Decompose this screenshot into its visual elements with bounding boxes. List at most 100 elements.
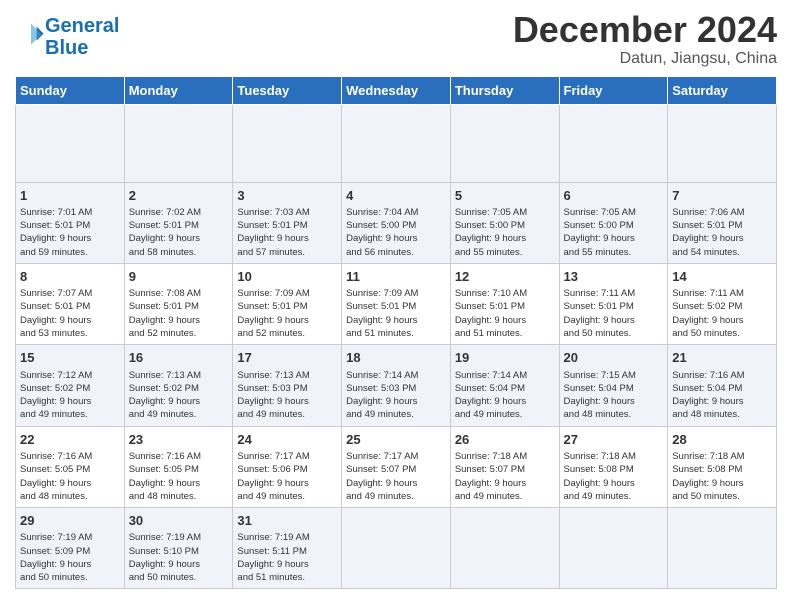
day-info-line: and 49 minutes. xyxy=(20,409,88,420)
day-info-line: Daylight: 9 hours xyxy=(346,315,417,326)
calendar-cell: 14Sunrise: 7:11 AMSunset: 5:02 PMDayligh… xyxy=(668,263,777,344)
day-info-line: Sunset: 5:03 PM xyxy=(237,383,307,394)
day-number: 26 xyxy=(455,431,555,449)
page-header: General Blue December 2024 Datun, Jiangs… xyxy=(15,10,777,68)
calendar-title: December 2024 xyxy=(513,10,777,50)
day-info-line: Sunrise: 7:07 AM xyxy=(20,288,92,299)
calendar-cell xyxy=(233,104,342,182)
calendar-cell xyxy=(450,104,559,182)
day-info-line: Sunrise: 7:11 AM xyxy=(672,288,744,299)
day-number: 12 xyxy=(455,268,555,286)
day-info-line: Sunrise: 7:04 AM xyxy=(346,207,418,218)
calendar-subtitle: Datun, Jiangsu, China xyxy=(513,50,777,68)
calendar-week-row: 22 Sunrise: 7:16 AM Sunset: 5:05 PM Dayligh… xyxy=(16,426,777,507)
calendar-cell: 11Sunrise: 7:09 AMSunset: 5:01 PMDayligh… xyxy=(342,263,451,344)
day-info-line: Sunrise: 7:18 AM xyxy=(672,451,744,462)
day-info-line: Sunset: 5:01 PM xyxy=(20,220,90,231)
day-number: 9 xyxy=(129,268,229,286)
weekday-header-row: Sunday Monday Tuesday Wednesday Thursday… xyxy=(16,76,777,104)
day-info-line: and 56 minutes. xyxy=(346,247,414,258)
day-info-line: Sunset: 5:01 PM xyxy=(564,301,634,312)
day-info-line: Sunrise: 7:16 AM xyxy=(129,451,201,462)
calendar-cell: 5Sunrise: 7:05 AMSunset: 5:00 PMDaylight… xyxy=(450,182,559,263)
day-info-line: Sunset: 5:02 PM xyxy=(672,301,742,312)
day-info-line: Sunrise: 7:11 AM xyxy=(564,288,636,299)
day-number: 19 xyxy=(455,349,555,367)
day-info-line: Sunset: 5:01 PM xyxy=(455,301,525,312)
day-info-line: and 50 minutes. xyxy=(672,491,740,502)
day-info-line: Sunset: 5:01 PM xyxy=(20,301,90,312)
calendar-cell xyxy=(16,104,125,182)
calendar-week-row: 29Sunrise: 7:19 AMSunset: 5:09 PMDayligh… xyxy=(16,508,777,589)
calendar-cell: 20Sunrise: 7:15 AMSunset: 5:04 PMDayligh… xyxy=(559,345,668,426)
day-number: 18 xyxy=(346,349,446,367)
calendar-cell: 24Sunrise: 7:17 AMSunset: 5:06 PMDayligh… xyxy=(233,426,342,507)
day-info-line: Sunset: 5:11 PM xyxy=(237,546,307,557)
day-number: 15 xyxy=(20,349,120,367)
day-info-line: and 49 minutes. xyxy=(564,491,632,502)
day-info-line: Sunset: 5:01 PM xyxy=(237,301,307,312)
day-info-line: Sunrise: 7:08 AM xyxy=(129,288,201,299)
day-info-line: Sunrise: 7:02 AM xyxy=(129,207,201,218)
calendar-cell: 18Sunrise: 7:14 AMSunset: 5:03 PMDayligh… xyxy=(342,345,451,426)
day-info-line: and 48 minutes. xyxy=(672,409,740,420)
day-info-line: Daylight: 9 hours xyxy=(564,233,635,244)
calendar-week-row: 8Sunrise: 7:07 AMSunset: 5:01 PMDaylight… xyxy=(16,263,777,344)
day-info-line: Sunrise: 7:14 AM xyxy=(455,370,527,381)
day-info-line: and 55 minutes. xyxy=(564,247,632,258)
calendar-cell xyxy=(450,508,559,589)
day-info-line: and 59 minutes. xyxy=(20,247,88,258)
day-info-line: Sunset: 5:09 PM xyxy=(20,546,90,557)
day-info-line: Sunrise: 7:18 AM xyxy=(564,451,636,462)
day-info-line: Sunrise: 7:16 AM xyxy=(672,370,744,381)
day-info-line: Sunset: 5:06 PM xyxy=(237,464,307,475)
day-number: 11 xyxy=(346,268,446,286)
header-sunday: Sunday xyxy=(16,76,125,104)
day-info-line: and 50 minutes. xyxy=(672,328,740,339)
day-info-line: Daylight: 9 hours xyxy=(455,396,526,407)
day-info-line: Daylight: 9 hours xyxy=(564,478,635,489)
day-info-line: and 50 minutes. xyxy=(129,572,197,583)
day-info-line: Daylight: 9 hours xyxy=(20,478,91,489)
day-info-line: Daylight: 9 hours xyxy=(237,315,308,326)
day-info-line: Sunrise: 7:10 AM xyxy=(455,288,527,299)
calendar-cell: 10Sunrise: 7:09 AMSunset: 5:01 PMDayligh… xyxy=(233,263,342,344)
day-info-line: Sunrise: 7:18 AM xyxy=(455,451,527,462)
day-info-line: Daylight: 9 hours xyxy=(672,233,743,244)
calendar-cell: 30Sunrise: 7:19 AMSunset: 5:10 PMDayligh… xyxy=(124,508,233,589)
day-info-line: Daylight: 9 hours xyxy=(20,396,91,407)
calendar-week-row xyxy=(16,104,777,182)
day-info-line: Daylight: 9 hours xyxy=(20,559,91,570)
calendar-cell: 25Sunrise: 7:17 AMSunset: 5:07 PMDayligh… xyxy=(342,426,451,507)
calendar-cell xyxy=(342,104,451,182)
day-info-line: and 50 minutes. xyxy=(20,572,88,583)
day-number: 7 xyxy=(672,187,772,205)
day-info-line: and 49 minutes. xyxy=(346,491,414,502)
day-info-line: and 49 minutes. xyxy=(237,491,305,502)
day-info-line: and 52 minutes. xyxy=(129,328,197,339)
day-info-line: and 49 minutes. xyxy=(346,409,414,420)
calendar-week-row: 15Sunrise: 7:12 AMSunset: 5:02 PMDayligh… xyxy=(16,345,777,426)
day-info-line: Daylight: 9 hours xyxy=(237,478,308,489)
day-info-line: Daylight: 9 hours xyxy=(20,233,91,244)
day-info-line: Sunset: 5:01 PM xyxy=(129,301,199,312)
day-number: 30 xyxy=(129,512,229,530)
calendar-cell: 19Sunrise: 7:14 AMSunset: 5:04 PMDayligh… xyxy=(450,345,559,426)
day-info-line: and 55 minutes. xyxy=(455,247,523,258)
day-info-line: Sunset: 5:05 PM xyxy=(20,464,90,475)
calendar-cell: 27Sunrise: 7:18 AMSunset: 5:08 PMDayligh… xyxy=(559,426,668,507)
day-info-line: Sunrise: 7:03 AM xyxy=(237,207,309,218)
day-info-line: Daylight: 9 hours xyxy=(672,478,743,489)
day-info-line: and 49 minutes. xyxy=(129,409,197,420)
day-number: 20 xyxy=(564,349,664,367)
day-number: 2 xyxy=(129,187,229,205)
day-info-line: Sunrise: 7:19 AM xyxy=(129,532,201,543)
day-info-line: and 49 minutes. xyxy=(455,409,523,420)
day-info-line: Sunset: 5:01 PM xyxy=(346,301,416,312)
calendar-cell: 13Sunrise: 7:11 AMSunset: 5:01 PMDayligh… xyxy=(559,263,668,344)
day-number: 1 xyxy=(20,187,120,205)
header-tuesday: Tuesday xyxy=(233,76,342,104)
day-info-line: Daylight: 9 hours xyxy=(237,233,308,244)
day-info-line: Daylight: 9 hours xyxy=(455,233,526,244)
day-number: 22 xyxy=(20,431,120,449)
